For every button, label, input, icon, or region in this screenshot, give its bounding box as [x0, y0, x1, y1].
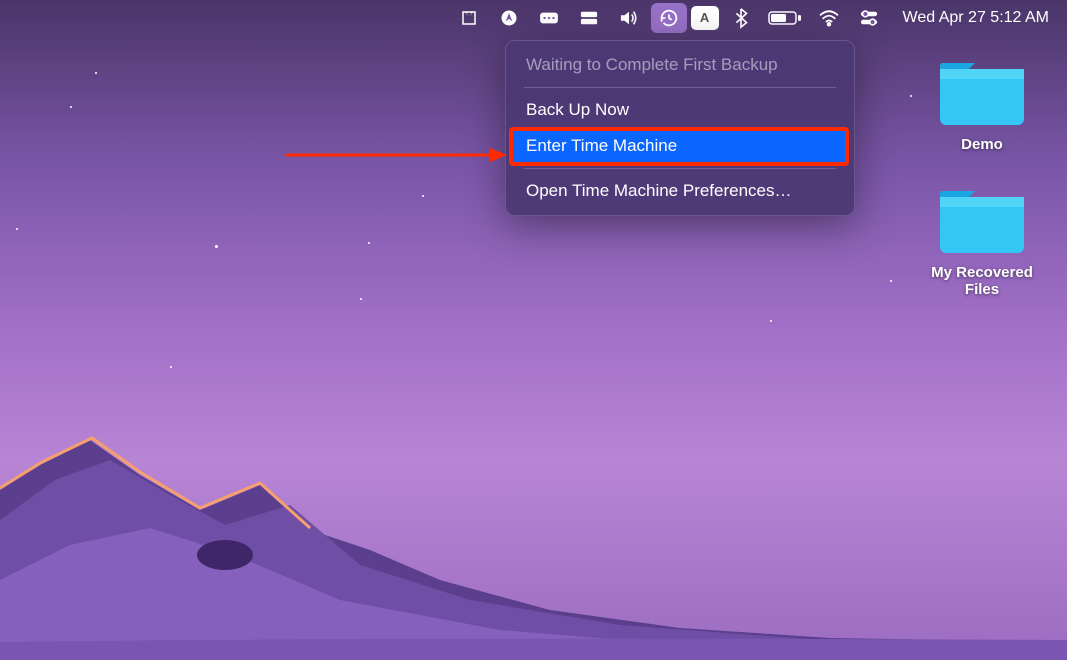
menu-status: Waiting to Complete First Backup [512, 47, 848, 83]
folder-icon [937, 55, 1027, 130]
time-machine-menu: Waiting to Complete First Backup Back Up… [505, 40, 855, 216]
text-input-label: A [700, 10, 709, 25]
app-icon[interactable] [451, 3, 487, 33]
desktop-folder-demo[interactable]: Demo [917, 55, 1047, 153]
volume-icon[interactable] [611, 3, 647, 33]
location-icon[interactable] [491, 3, 527, 33]
bluetooth-icon[interactable] [723, 3, 759, 33]
menu-open-preferences[interactable]: Open Time Machine Preferences… [512, 173, 848, 209]
menu-backup-now[interactable]: Back Up Now [512, 92, 848, 128]
time-machine-icon[interactable] [651, 3, 687, 33]
menu-enter-time-machine[interactable]: Enter Time Machine [512, 128, 848, 164]
menubar: A Wed Apr 27 5:12 AM [0, 0, 1067, 35]
desktop-folder-recovered[interactable]: My Recovered Files [917, 183, 1047, 298]
keyboard-icon[interactable] [531, 3, 567, 33]
desktop-icons: Demo My Recovered Files [917, 55, 1047, 298]
desktop-label: Demo [961, 136, 1003, 153]
wallpaper-mountains [0, 380, 1067, 660]
disk-icon[interactable] [571, 3, 607, 33]
menu-separator [524, 168, 836, 169]
control-center-icon[interactable] [851, 3, 887, 33]
desktop-label: My Recovered Files [917, 264, 1047, 298]
annotation-arrow [285, 145, 510, 165]
text-input-icon[interactable]: A [691, 6, 719, 30]
folder-icon [937, 183, 1027, 258]
menu-separator [524, 87, 836, 88]
wifi-icon[interactable] [811, 3, 847, 33]
menubar-datetime[interactable]: Wed Apr 27 5:12 AM [891, 9, 1057, 27]
battery-icon[interactable] [763, 3, 807, 33]
